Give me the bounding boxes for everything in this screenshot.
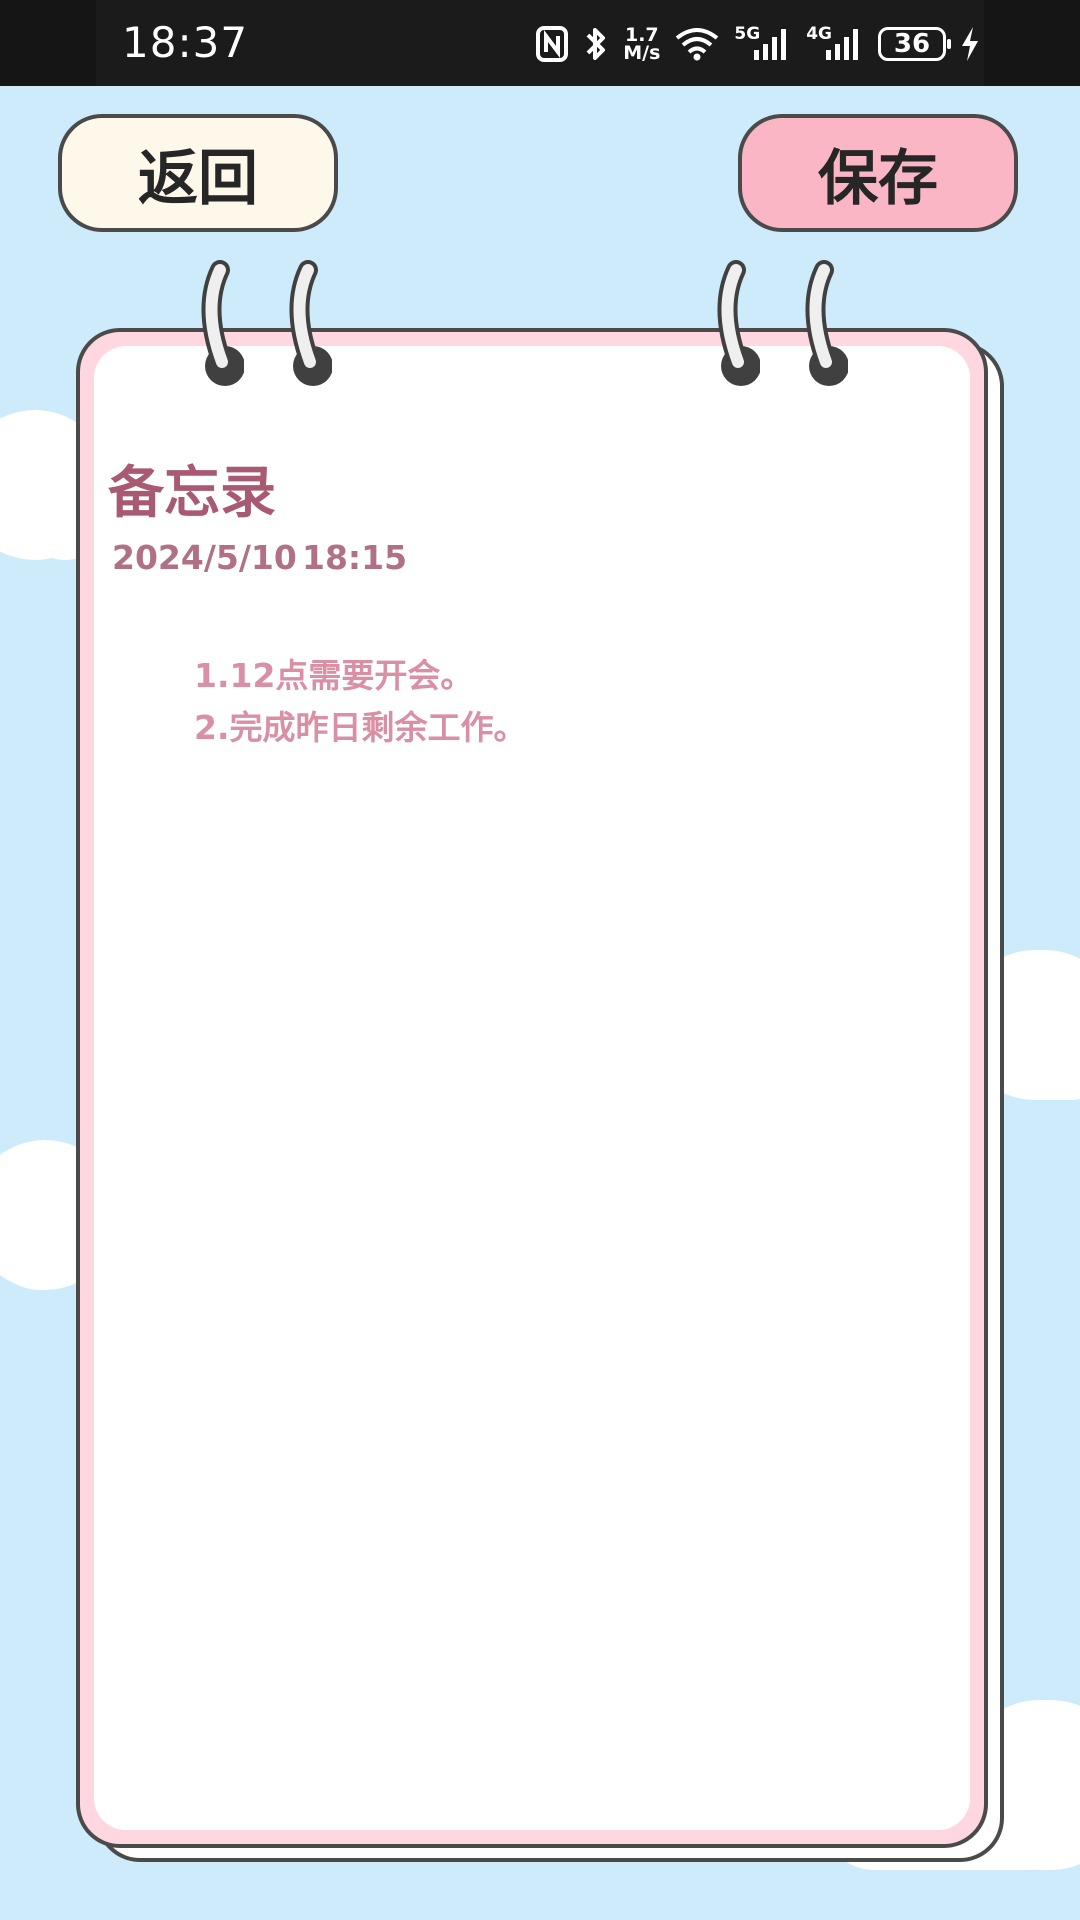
status-time: 18:37 [122, 18, 249, 67]
status-icons: 1.7 M/s 5G 4G 36 [535, 20, 980, 68]
status-bar: 18:37 1.7 M/s 5G 4G 36 [0, 0, 1080, 86]
battery-level: 36 [893, 29, 931, 59]
nfc-icon [535, 25, 569, 63]
memo-title: 备忘录 [108, 461, 276, 526]
memo-content-editor[interactable]: 1.12点需要开会。 2.完成昨日剩余工作。 [194, 650, 934, 1750]
ring-icon [289, 260, 332, 386]
network-speed-unit: M/s [623, 42, 661, 64]
signal-4g-label: 4G [806, 24, 832, 44]
save-button[interactable]: 保存 [738, 114, 1018, 232]
ring-icon [201, 260, 244, 386]
memo-time: 18:15 [302, 538, 408, 577]
signal-5g: 5G [734, 24, 792, 62]
battery-icon: 36 [878, 27, 951, 61]
ring-icon [717, 260, 760, 386]
charging-icon [960, 26, 980, 62]
bluetooth-icon [583, 24, 609, 64]
signal-5g-label: 5G [734, 24, 761, 44]
memo-date: 2024/5/10 [112, 538, 297, 577]
back-button[interactable]: 返回 [58, 114, 338, 232]
network-speed: 1.7 M/s [623, 26, 661, 64]
ring-icon [805, 260, 848, 386]
wifi-icon [674, 26, 720, 62]
signal-4g: 4G [806, 24, 864, 62]
